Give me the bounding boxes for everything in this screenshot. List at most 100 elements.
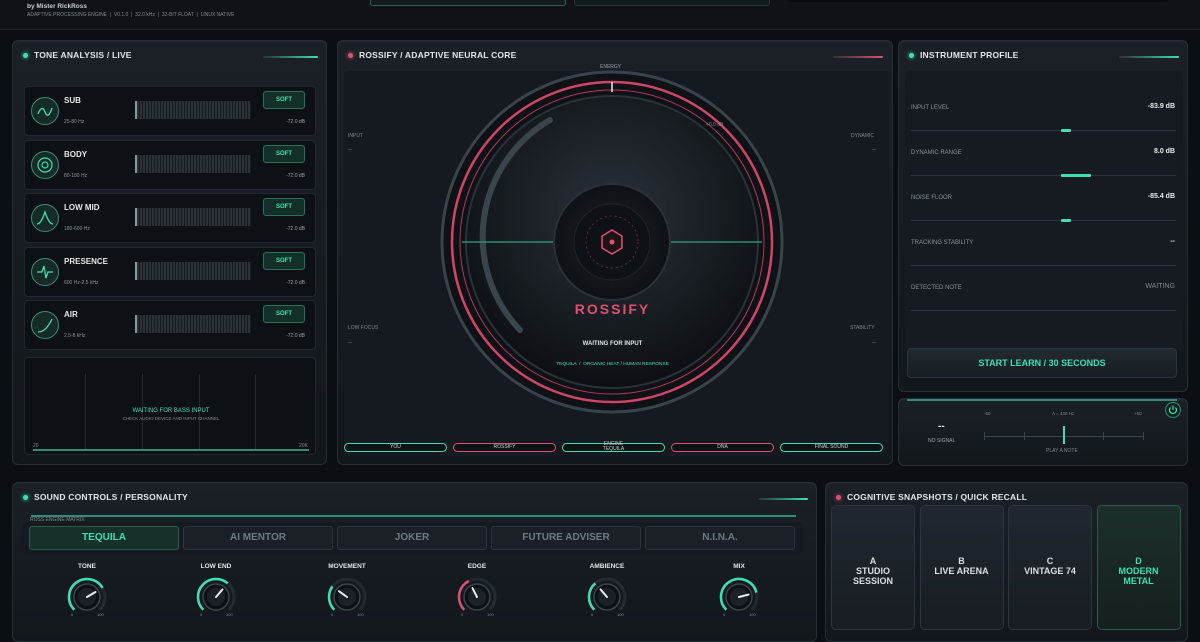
tuner-scale-left: -50 [984,411,991,416]
tuner-scale-right: +50 [1134,411,1142,416]
start-learn-label: START LEARN / 30 SECONDS [978,358,1106,368]
snapshot-letter: C [1046,556,1054,566]
header-button-1[interactable] [370,0,566,6]
low-focus-label: LOW FOCUS [348,325,379,331]
chain-step-rossify[interactable]: ROSSIFY [453,443,556,452]
instrument-panel-title: INSTRUMENT PROFILE [920,50,1019,60]
core-panel-title: ROSSIFY / ADAPTIVE NEURAL CORE [359,50,517,60]
status-dot-icon [836,494,841,500]
profile-row-indicator [1061,129,1071,132]
gain-readout: +0.0 dB [706,122,724,128]
snapshot-letter: A [869,556,877,566]
header-meter-strip [788,0,1168,2]
profile-row-indicator [1061,174,1091,177]
band-range: 600 Hz-2.5 kHz [64,279,99,286]
snapshots-panel-header: COGNITIVE SNAPSHOTS / QUICK RECALL [836,492,1027,502]
status-dot-icon [348,52,353,58]
personality-tab-future-adviser[interactable]: FUTURE ADVISER [491,526,641,550]
power-icon[interactable] [1165,402,1181,418]
profile-row-value: 8.0 dB [1153,148,1175,155]
tuner-tick [1024,432,1025,440]
knob-min-label: 0 [591,612,594,617]
band-soft-button[interactable]: SOFT [263,198,305,216]
knob-label: MOVEMENT [328,563,366,570]
profile-row-track [911,310,1176,311]
start-learn-button[interactable]: START LEARN / 30 SECONDS [907,348,1177,378]
band-range: 2.5-8 kHz [64,333,86,339]
profile-row-track [911,175,1176,176]
band-soft-button[interactable]: SOFT [263,144,305,163]
personality-tab-n-i-n-a-[interactable]: N.I.N.A. [645,526,795,550]
spectrum-hint: CHECK AUDIO DEVICE AND INPUT CHANNEL [122,416,220,421]
snapshot-name-line-1: LIVE ARENA [934,566,989,576]
spectrum-baseline [33,449,309,451]
band-row-low-mid: LOW MID 180-600 Hz SOFT -72.0 dB [24,193,316,243]
chain-step-label: FINAL SOUND [814,444,849,450]
stability-value: -- [872,340,876,346]
snapshot-name-line-2: METAL [1123,576,1154,586]
profile-row-value: -- [1170,238,1175,245]
profile-row-label: DETECTED NOTE [911,285,962,291]
band-soft-button[interactable]: SOFT [263,91,305,109]
band-name: SUB [64,96,81,105]
profile-row-value: -85.4 dB [1147,193,1175,200]
snapshot-letter: B [958,556,965,566]
tone-panel-title: TONE ANALYSIS / LIVE [34,50,132,60]
band-name: AIR [64,310,78,319]
sub-wave-icon [31,97,59,125]
pulse-icon [31,257,59,286]
instrument-panel-header: INSTRUMENT PROFILE [909,50,1019,60]
sound-panel-title: SOUND CONTROLS / PERSONALITY [34,492,188,502]
band-level-meter [135,315,251,333]
band-db-readout: -72.0 dB [286,333,305,339]
status-dot-icon [23,52,28,58]
snapshot-c[interactable]: C VINTAGE 74 [1008,505,1092,630]
personality-tab-joker[interactable]: JOKER [337,526,487,550]
knob-min-label: 0 [723,612,726,617]
header-accent-line [758,498,808,500]
chain-step-engine-tequila[interactable]: ENGINE TEQUILA [562,441,665,452]
personality-tab-label: TEQUILA [82,532,126,543]
header-accent-line [833,56,883,58]
knob-max-label: 100 [226,612,233,617]
knob-max-label: 100 [357,612,364,617]
band-soft-button[interactable]: SOFT [263,305,305,323]
knob-max-label: 100 [97,612,104,617]
knob-max-label: 100 [487,612,494,617]
chain-step-final-sound[interactable]: FINAL SOUND [780,443,883,452]
band-range: 25-80 Hz [64,119,85,125]
snapshot-d[interactable]: D MODERN METAL [1096,505,1181,630]
personality-tab-label: AI MENTOR [230,532,286,543]
snapshot-letter: D [1135,556,1142,566]
rise-curve-icon [31,311,59,339]
tuner-signal: NO SIGNAL [928,438,956,444]
band-db-readout: -72.0 dB [286,226,305,232]
profile-row-value: WAITING [1145,283,1175,290]
bell-curve-icon [31,204,59,232]
spectrum-x-min: 20 [33,443,39,449]
band-level-meter [135,101,251,119]
snapshot-a[interactable]: A STUDIO SESSION [831,505,915,630]
sound-panel-header: SOUND CONTROLS / PERSONALITY [23,492,188,502]
personality-tab-label: FUTURE ADVISER [522,532,610,543]
matrix-line [31,515,796,517]
band-row-body: BODY 80-180 Hz SOFT -72.0 dB [24,139,316,190]
band-level-meter [135,261,251,280]
band-soft-button[interactable]: SOFT [263,251,305,270]
core-tagline: TEQUILA / ORGANIC HEAT / HUMAN RESPONSE [556,362,669,367]
header-accent-line [263,56,318,58]
chain-step-dna[interactable]: DNA [671,443,774,452]
tuner-panel [898,398,1188,466]
header-button-2[interactable] [574,0,770,6]
band-row-presence: PRESENCE 600 Hz-2.5 kHz SOFT -72.0 dB [24,246,316,297]
chain-step-label: ENGINE TEQUILA [602,441,625,452]
spectrum-display: WAITING FOR BASS INPUT CHECK AUDIO DEVIC… [24,357,316,455]
snapshot-name-line-1: VINTAGE 74 [1024,566,1076,576]
profile-row-track [911,265,1176,266]
snapshot-b[interactable]: B LIVE ARENA [919,505,1004,630]
band-level-meter [135,154,251,173]
knob-label: TONE [78,563,96,570]
personality-tab-tequila[interactable]: TEQUILA [29,526,179,550]
personality-tab-ai-mentor[interactable]: AI MENTOR [183,526,333,550]
chain-step-you[interactable]: YOU [344,443,447,452]
